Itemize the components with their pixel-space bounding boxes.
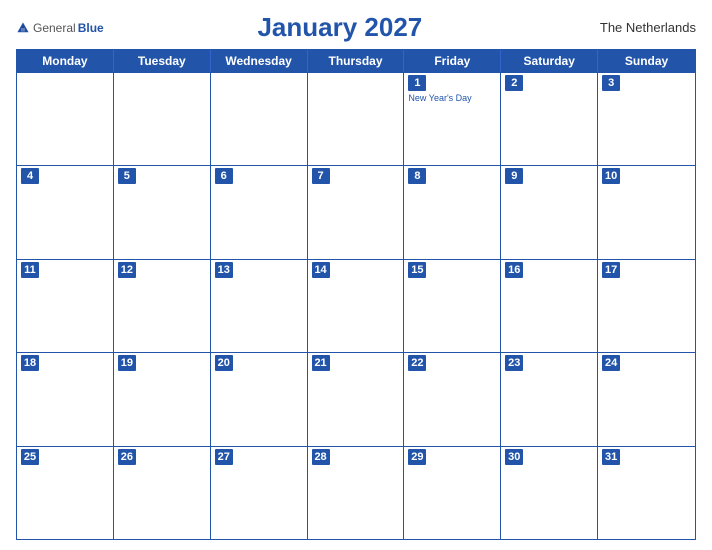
header-wednesday: Wednesday	[211, 50, 308, 72]
day-number: 26	[118, 449, 136, 465]
day-number: 3	[602, 75, 620, 91]
day-number: 5	[118, 168, 136, 184]
day-cell-1-0: 4	[17, 166, 114, 258]
day-cell-3-6: 24	[598, 353, 695, 445]
day-number	[312, 75, 330, 91]
day-cell-2-0: 11	[17, 260, 114, 352]
day-number: 16	[505, 262, 523, 278]
day-number: 8	[408, 168, 426, 184]
day-number	[21, 75, 39, 91]
day-number: 4	[21, 168, 39, 184]
day-number: 23	[505, 355, 523, 371]
day-number: 19	[118, 355, 136, 371]
logo-general-text: General	[33, 21, 76, 35]
day-number: 9	[505, 168, 523, 184]
day-number: 29	[408, 449, 426, 465]
week-row-1: 1 New Year's Day 2 3	[17, 72, 695, 165]
day-cell-3-5: 23	[501, 353, 598, 445]
holiday-label: New Year's Day	[408, 93, 496, 104]
week-row-4: 18 19 20 21 22 23 24	[17, 352, 695, 445]
day-cell-1-5: 9	[501, 166, 598, 258]
day-number: 15	[408, 262, 426, 278]
day-number	[215, 75, 233, 91]
day-number: 30	[505, 449, 523, 465]
header-sunday: Sunday	[598, 50, 695, 72]
day-number: 11	[21, 262, 39, 278]
day-number: 14	[312, 262, 330, 278]
day-cell-1-6: 10	[598, 166, 695, 258]
day-cell-4-3: 28	[308, 447, 405, 539]
day-cell-0-1	[114, 73, 211, 165]
week-row-2: 4 5 6 7 8 9 10	[17, 165, 695, 258]
day-cell-4-1: 26	[114, 447, 211, 539]
logo-text: General Blue	[16, 21, 104, 35]
day-number: 18	[21, 355, 39, 371]
day-number: 20	[215, 355, 233, 371]
day-cell-1-1: 5	[114, 166, 211, 258]
page-header: General Blue January 2027 The Netherland…	[16, 12, 696, 43]
logo: General Blue	[16, 21, 104, 35]
day-number: 24	[602, 355, 620, 371]
header-friday: Friday	[404, 50, 501, 72]
title-area: January 2027	[104, 12, 576, 43]
day-cell-2-6: 17	[598, 260, 695, 352]
week-row-3: 11 12 13 14 15 16 17	[17, 259, 695, 352]
weeks-container: 1New Year's Day2345678910111213141516171…	[17, 72, 695, 539]
day-cell-0-0	[17, 73, 114, 165]
day-number: 10	[602, 168, 620, 184]
day-number: 13	[215, 262, 233, 278]
country-label: The Netherlands	[576, 20, 696, 35]
header-monday: Monday	[17, 50, 114, 72]
day-cell-0-4: 1 New Year's Day	[404, 73, 501, 165]
calendar-page: General Blue January 2027 The Netherland…	[0, 0, 712, 550]
day-number: 25	[21, 449, 39, 465]
day-cell-2-4: 15	[404, 260, 501, 352]
day-cell-0-6: 3	[598, 73, 695, 165]
header-thursday: Thursday	[308, 50, 405, 72]
day-cell-4-4: 29	[404, 447, 501, 539]
day-cell-1-4: 8	[404, 166, 501, 258]
day-cell-2-2: 13	[211, 260, 308, 352]
day-cell-2-1: 12	[114, 260, 211, 352]
day-number: 28	[312, 449, 330, 465]
day-cell-4-0: 25	[17, 447, 114, 539]
logo-blue-text: Blue	[78, 21, 104, 35]
header-saturday: Saturday	[501, 50, 598, 72]
day-cell-1-2: 6	[211, 166, 308, 258]
day-cell-4-2: 27	[211, 447, 308, 539]
day-headers-row: Monday Tuesday Wednesday Thursday Friday…	[17, 50, 695, 72]
day-cell-1-3: 7	[308, 166, 405, 258]
day-number: 12	[118, 262, 136, 278]
calendar-title: January 2027	[257, 12, 422, 42]
day-number: 27	[215, 449, 233, 465]
day-cell-3-1: 19	[114, 353, 211, 445]
header-tuesday: Tuesday	[114, 50, 211, 72]
day-cell-2-3: 14	[308, 260, 405, 352]
day-number: 1	[408, 75, 426, 91]
day-cell-0-2	[211, 73, 308, 165]
day-number: 22	[408, 355, 426, 371]
day-cell-2-5: 16	[501, 260, 598, 352]
day-number: 2	[505, 75, 523, 91]
general-blue-icon	[16, 21, 30, 35]
day-cell-3-3: 21	[308, 353, 405, 445]
week-row-5: 25 26 27 28 29 30 31	[17, 446, 695, 539]
day-number: 17	[602, 262, 620, 278]
day-cell-0-5: 2	[501, 73, 598, 165]
day-cell-4-5: 30	[501, 447, 598, 539]
day-number: 6	[215, 168, 233, 184]
day-number	[118, 75, 136, 91]
day-cell-3-2: 20	[211, 353, 308, 445]
day-cell-3-4: 22	[404, 353, 501, 445]
day-cell-3-0: 18	[17, 353, 114, 445]
day-number: 21	[312, 355, 330, 371]
day-number: 7	[312, 168, 330, 184]
calendar-grid: Monday Tuesday Wednesday Thursday Friday…	[16, 49, 696, 540]
day-cell-4-6: 31	[598, 447, 695, 539]
day-cell-0-3	[308, 73, 405, 165]
day-number: 31	[602, 449, 620, 465]
